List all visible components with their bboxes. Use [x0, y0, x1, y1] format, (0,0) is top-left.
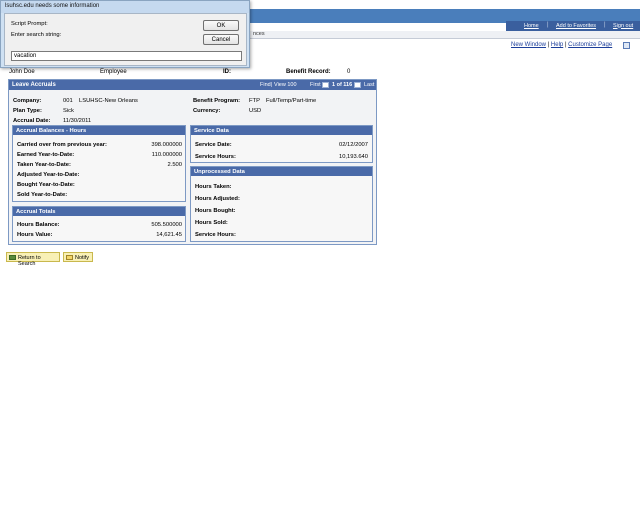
- next-arrow-icon[interactable]: [354, 82, 361, 88]
- return-to-search-label: Return to Search: [18, 254, 41, 267]
- nav-signout-link[interactable]: Sign out: [613, 23, 633, 29]
- view-all-link[interactable]: View 100: [274, 82, 297, 88]
- first-label[interactable]: First: [310, 82, 321, 88]
- previous-arrow-icon[interactable]: [322, 82, 329, 88]
- notify-button[interactable]: Notify: [63, 252, 93, 262]
- service-data-title: Service Data: [191, 126, 372, 135]
- accrual-totals-title: Accrual Totals: [13, 207, 185, 216]
- company-name: LSUHSC-New Orleans: [79, 98, 138, 104]
- last-link[interactable]: Last: [364, 82, 374, 88]
- pager-separator: |: [271, 82, 273, 88]
- benefit-program-label: Benefit Program:: [193, 98, 241, 104]
- sold-ytd-label: Sold Year-to-Date:: [17, 192, 68, 198]
- find-link[interactable]: Find: [260, 82, 271, 88]
- carried-over-label: Carried over from previous year:: [17, 142, 107, 148]
- help-link[interactable]: Help: [551, 42, 563, 48]
- hours-value-label: Hours Value:: [17, 232, 53, 238]
- benefit-program-code: FTP: [249, 98, 260, 104]
- service-hours-label: Service Hours:: [195, 154, 236, 160]
- search-string-input[interactable]: vacation: [11, 51, 242, 61]
- notify-label: Notify: [75, 254, 90, 261]
- benefit-record-label: Benefit Record:: [286, 69, 331, 75]
- nav-favorites-link[interactable]: Add to Favorites: [556, 23, 596, 29]
- accrual-totals-box: Accrual Totals Hours Balance: 505.500000…: [12, 206, 186, 242]
- hours-taken-label: Hours Taken:: [195, 184, 232, 190]
- accrual-date-label: Accrual Date:: [13, 118, 51, 124]
- accrual-balances-title: Accrual Balances - Hours: [13, 126, 185, 135]
- accrual-balances-box: Accrual Balances - Hours Carried over fr…: [12, 125, 186, 202]
- envelope-icon: [66, 255, 73, 260]
- nav-separator: |: [547, 21, 549, 28]
- currency-label: Currency:: [193, 108, 221, 114]
- dialog-body: Script Prompt: Enter search string: OK C…: [4, 13, 247, 66]
- record-count: 1 of 116: [332, 82, 353, 88]
- tab-label[interactable]: nces: [253, 31, 265, 37]
- employee-name: John Doe: [9, 69, 35, 75]
- dialog-title: lsuhsc.edu needs some information: [1, 1, 249, 13]
- plan-type-label: Plan Type:: [13, 108, 42, 114]
- unprocessed-data-box: Unprocessed Data Hours Taken: Hours Adju…: [190, 166, 373, 242]
- accrual-date-value: 11/30/2011: [63, 118, 92, 124]
- return-to-search-button[interactable]: Return to Search: [6, 252, 60, 267]
- plan-type-value: Sick: [63, 108, 74, 114]
- prompt-text: Enter search string:: [11, 32, 62, 38]
- cancel-button[interactable]: Cancel: [203, 34, 239, 45]
- service-date-label: Service Date:: [195, 142, 232, 148]
- print-icon[interactable]: [623, 42, 630, 49]
- script-prompt-label: Script Prompt:: [11, 21, 48, 27]
- hours-sold-label: Hours Sold:: [195, 220, 228, 226]
- service-data-box: Service Data Service Date: 02/12/2007 Se…: [190, 125, 373, 163]
- nav-separator: |: [604, 21, 606, 28]
- hours-adjusted-label: Hours Adjusted:: [195, 196, 240, 202]
- hours-bought-label: Hours Bought:: [195, 208, 236, 214]
- service-hours-value: 10,193.640: [338, 154, 368, 160]
- return-icon: [9, 255, 16, 260]
- panel-title-text: Leave Accruals: [12, 82, 56, 88]
- currency-value: USD: [249, 108, 262, 114]
- benefit-record-value: 0: [347, 69, 351, 75]
- benefit-program-name: Full/Temp/Part-time: [266, 98, 317, 104]
- carried-over-value: 398.000000: [151, 142, 182, 148]
- nav-home-link[interactable]: Home: [524, 23, 539, 29]
- top-nav: Home | Add to Favorites | Sign out: [506, 21, 640, 31]
- page-links: New Window | Help | Customize Page: [511, 42, 612, 48]
- hours-balance-value: 505.500000: [151, 222, 182, 228]
- script-prompt-dialog: lsuhsc.edu needs some information Script…: [0, 0, 250, 68]
- taken-ytd-value: 2.500: [167, 162, 182, 168]
- unprocessed-service-hours-label: Service Hours:: [195, 232, 236, 238]
- company-code: 001: [63, 98, 73, 104]
- hours-balance-label: Hours Balance:: [17, 222, 60, 228]
- service-date-value: 02/12/2007: [338, 142, 368, 148]
- leave-accruals-panel: Leave Accruals Find | View 100 First 1 o…: [8, 79, 377, 245]
- new-window-link[interactable]: New Window: [511, 42, 546, 48]
- customize-page-link[interactable]: Customize Page: [568, 42, 612, 48]
- taken-ytd-label: Taken Year-to-Date:: [17, 162, 71, 168]
- employee-type: Employee: [100, 69, 127, 75]
- hours-value-value: 14,621.45: [156, 232, 182, 238]
- bought-ytd-label: Bought Year-to-Date:: [17, 182, 75, 188]
- adjusted-ytd-label: Adjusted Year-to-Date:: [17, 172, 80, 178]
- id-label: ID:: [223, 69, 231, 75]
- company-label: Company:: [13, 98, 42, 104]
- ok-button[interactable]: OK: [203, 20, 239, 31]
- earned-ytd-value: 110.000000: [151, 152, 182, 158]
- unprocessed-data-title: Unprocessed Data: [191, 167, 372, 176]
- earned-ytd-label: Earned Year-to-Date:: [17, 152, 75, 158]
